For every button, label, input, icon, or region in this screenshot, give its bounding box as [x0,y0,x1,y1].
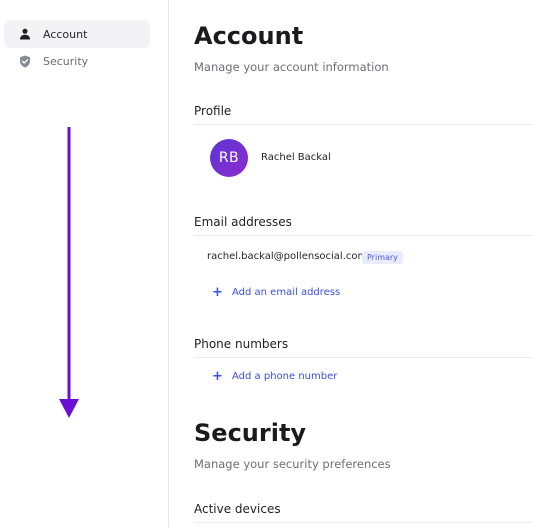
add-phone-button[interactable]: + Add a phone number [212,368,338,384]
avatar[interactable]: RB [210,139,248,177]
sidebar-item-label: Account [43,27,88,41]
account-subtitle: Manage your account information [194,60,389,74]
profile-name: Rachel Backal [261,152,331,163]
primary-email: rachel.backal@pollensocial.com [207,251,368,262]
shield-icon [18,54,32,68]
user-icon [18,27,32,41]
account-page-title: Account [194,22,304,50]
phone-section-title: Phone numbers [194,337,289,351]
sidebar-item-label: Security [43,54,89,68]
security-page-title: Security [194,419,307,447]
security-subtitle: Manage your security preferences [194,457,391,471]
divider [194,357,533,358]
divider [194,522,533,523]
add-phone-label: Add a phone number [232,371,338,382]
avatar-initials: RB [218,150,240,166]
profile-section-title: Profile [194,104,232,118]
active-devices-section-title: Active devices [194,502,281,516]
divider [194,124,533,125]
primary-badge: Primary [362,251,403,264]
plus-icon: + [212,284,223,300]
email-section-title: Email addresses [194,215,292,229]
sidebar-item-account[interactable]: Account [4,20,150,48]
add-email-label: Add an email address [232,287,341,298]
plus-icon: + [212,368,223,384]
sidebar-item-security[interactable]: Security [4,47,150,75]
divider [194,235,533,236]
scroll-down-arrow-icon [59,127,79,418]
sidebar: Account Security [0,0,169,527]
add-email-button[interactable]: + Add an email address [212,284,341,300]
